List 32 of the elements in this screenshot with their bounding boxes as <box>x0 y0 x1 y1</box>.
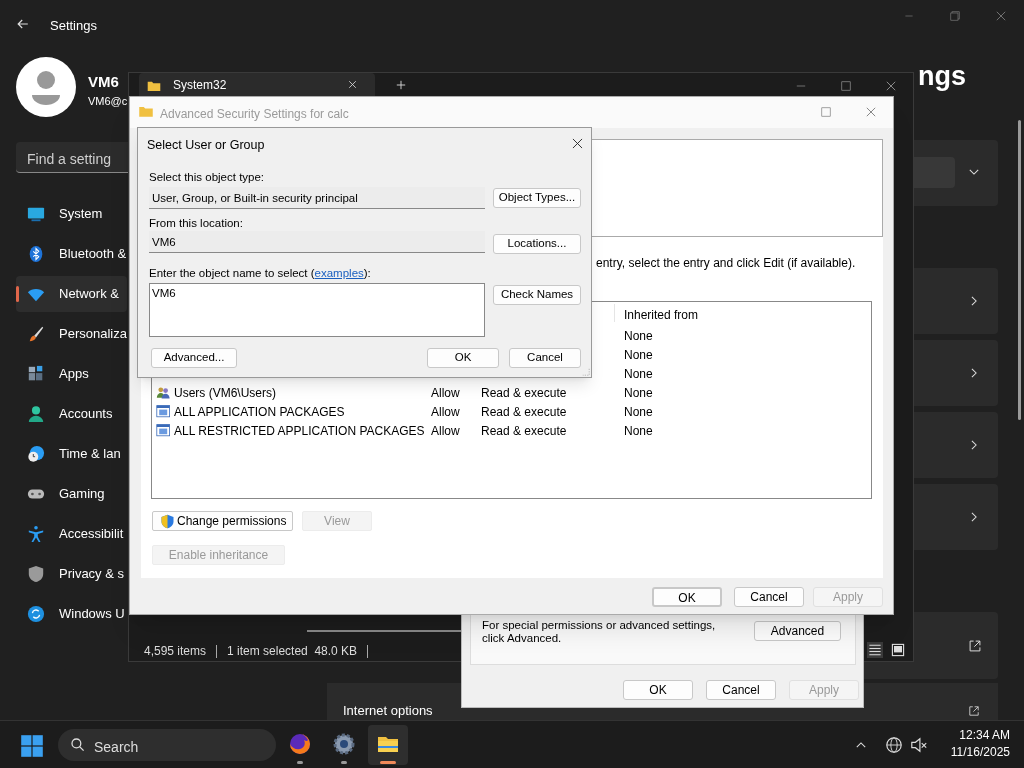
window-title: Settings <box>50 17 97 35</box>
card-title: Internet options <box>343 703 433 718</box>
tab-label: System32 <box>173 78 227 92</box>
table-cell: None <box>624 366 653 382</box>
table-cell: ALL RESTRICTED APPLICATION PACKAGES <box>174 423 425 439</box>
table-cell: Allow <box>431 385 460 401</box>
table-cell: ALL APPLICATION PACKAGES <box>174 404 345 420</box>
table-cell: Read & execute <box>481 385 567 401</box>
user-name: VM6 <box>88 72 119 92</box>
user-email: VM6@c <box>88 94 128 109</box>
field-label: From this location: <box>149 216 243 231</box>
table-cell: Users (VM6\Users) <box>174 385 276 401</box>
dialog-title: Select User or Group <box>147 137 265 154</box>
table-cell: None <box>624 404 653 420</box>
table-cell: Read & execute <box>481 423 567 439</box>
instruction-text: entry, select the entry and click Edit (if available). <box>596 255 856 272</box>
status-text: 1 item selected 48.0 KB <box>227 643 358 660</box>
field-label: Enter the object name to select (examples): <box>149 266 371 281</box>
table-cell: None <box>624 347 653 363</box>
table-cell: None <box>624 423 653 439</box>
readonly-field: VM6 <box>149 231 485 253</box>
field-label: Select this object type: <box>149 170 265 185</box>
readonly-field: User, Group, or Built-in security principal <box>149 187 485 209</box>
table-cell: None <box>624 385 653 401</box>
status-text: 4,595 items <box>144 643 207 660</box>
page-heading: ngs <box>918 60 966 93</box>
table-cell: Read & execute <box>481 404 567 420</box>
table-cell: None <box>624 328 653 344</box>
info-text: For special permissions or advanced settings, click Advanced. <box>482 619 717 645</box>
window-title: Advanced Security Settings for calc <box>160 106 349 123</box>
table-cell: Allow <box>431 404 460 420</box>
table-cell: Allow <box>431 423 460 439</box>
